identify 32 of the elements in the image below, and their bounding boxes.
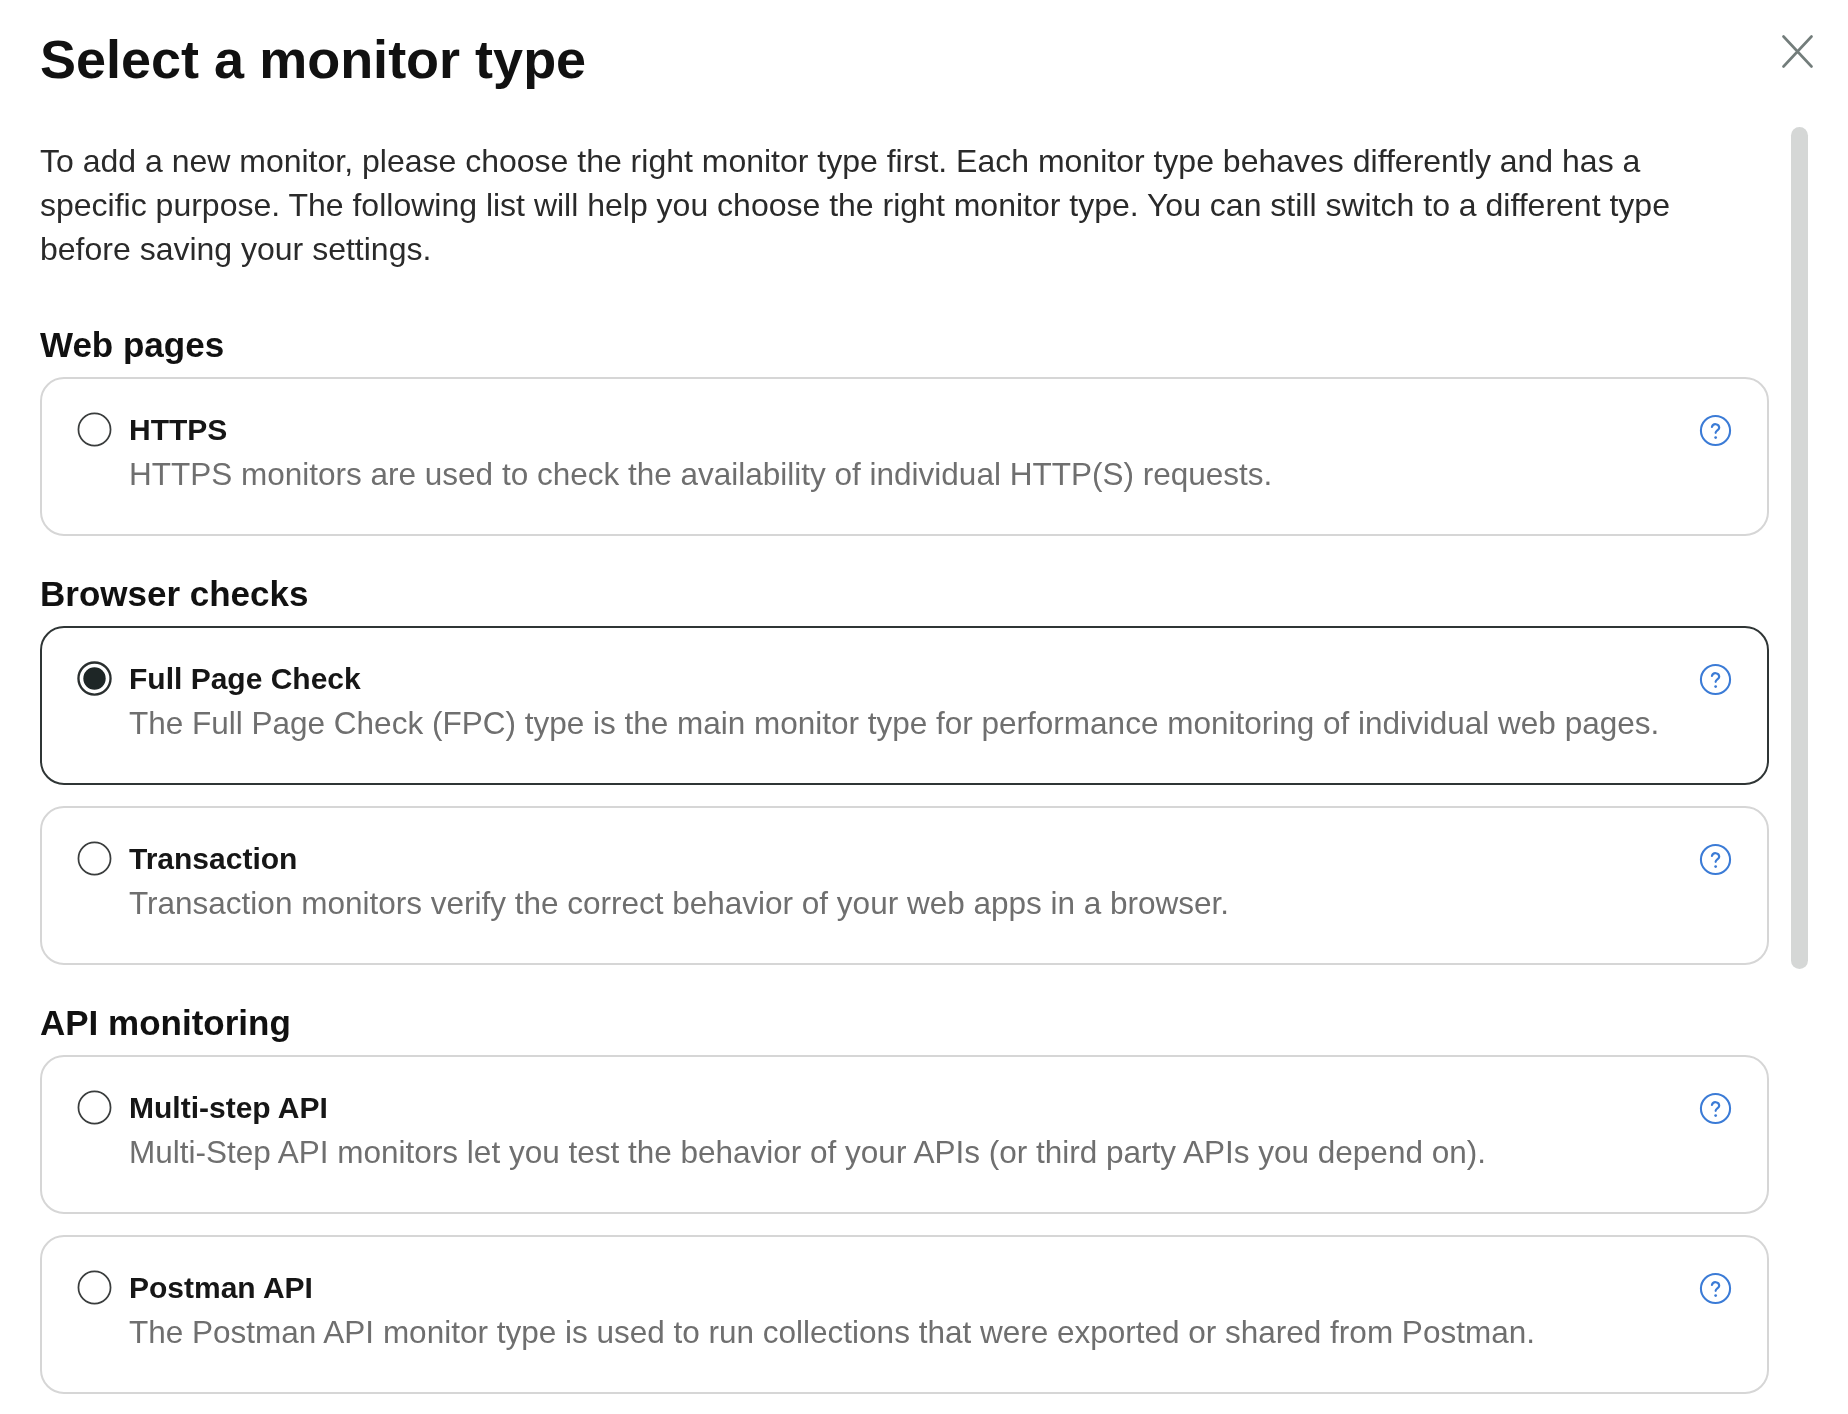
radio-selected-icon[interactable] bbox=[77, 661, 112, 696]
monitor-type-option[interactable]: Postman API The Postman API monitor type is used to run collections that were exported or shared from Postman. bbox=[40, 1235, 1769, 1394]
radio-icon[interactable] bbox=[77, 1270, 112, 1305]
monitor-type-option[interactable]: Full Page Check The Full Page Check (FPC) type is the main monitor type for performance monitoring of individual web pages. bbox=[40, 626, 1769, 785]
option-title: Postman API bbox=[129, 1270, 314, 1306]
section-heading: Web pages bbox=[40, 325, 226, 365]
help-icon[interactable] bbox=[1699, 414, 1732, 447]
monitor-type-option[interactable]: HTTPS HTTPS monitors are used to check the availability of individual HTTP(S) requests. bbox=[40, 377, 1769, 536]
scrollbar-thumb[interactable] bbox=[1790, 127, 1808, 969]
option-description: Multi-Step API monitors let you test the behavior of your APIs (or third party APIs you depend on). bbox=[129, 1133, 1487, 1172]
radio-icon[interactable] bbox=[77, 841, 112, 876]
intro-text: To add a new monitor, please choose the right monitor type first. Each monitor type behaves differently and has a specific purpose. The following list will help you choose the right monitor type. You can still switch to a different type before saving your settings. bbox=[40, 142, 1671, 269]
option-title: Multi-step API bbox=[129, 1090, 329, 1126]
help-icon[interactable] bbox=[1699, 843, 1732, 876]
help-icon[interactable] bbox=[1699, 1272, 1732, 1305]
monitor-type-option[interactable]: Transaction Transaction monitors verify the correct behavior of your web apps in a browser. bbox=[40, 806, 1769, 965]
option-description: HTTPS monitors are used to check the availability of individual HTTP(S) requests. bbox=[129, 455, 1274, 494]
option-description: The Postman API monitor type is used to run collections that were exported or shared from Postman. bbox=[129, 1313, 1536, 1352]
option-title: HTTPS bbox=[129, 412, 229, 448]
option-title: Transaction bbox=[129, 841, 299, 877]
option-description: Transaction monitors verify the correct behavior of your web apps in a browser. bbox=[129, 884, 1231, 923]
monitor-type-option[interactable]: Multi-step API Multi-Step API monitors let you test the behavior of your APIs (or third party APIs you depend on). bbox=[40, 1055, 1769, 1214]
radio-icon[interactable] bbox=[77, 1090, 112, 1125]
close-icon[interactable] bbox=[1781, 35, 1813, 68]
section-heading: Browser checks bbox=[40, 574, 310, 614]
help-icon[interactable] bbox=[1699, 1092, 1732, 1125]
radio-icon[interactable] bbox=[77, 412, 112, 447]
help-icon[interactable] bbox=[1699, 663, 1732, 696]
section-heading: API monitoring bbox=[40, 1003, 292, 1043]
dialog-title: Select a monitor type bbox=[40, 28, 588, 91]
option-description: The Full Page Check (FPC) type is the main monitor type for performance monitoring of individual web pages. bbox=[129, 704, 1661, 743]
option-title: Full Page Check bbox=[129, 661, 362, 697]
